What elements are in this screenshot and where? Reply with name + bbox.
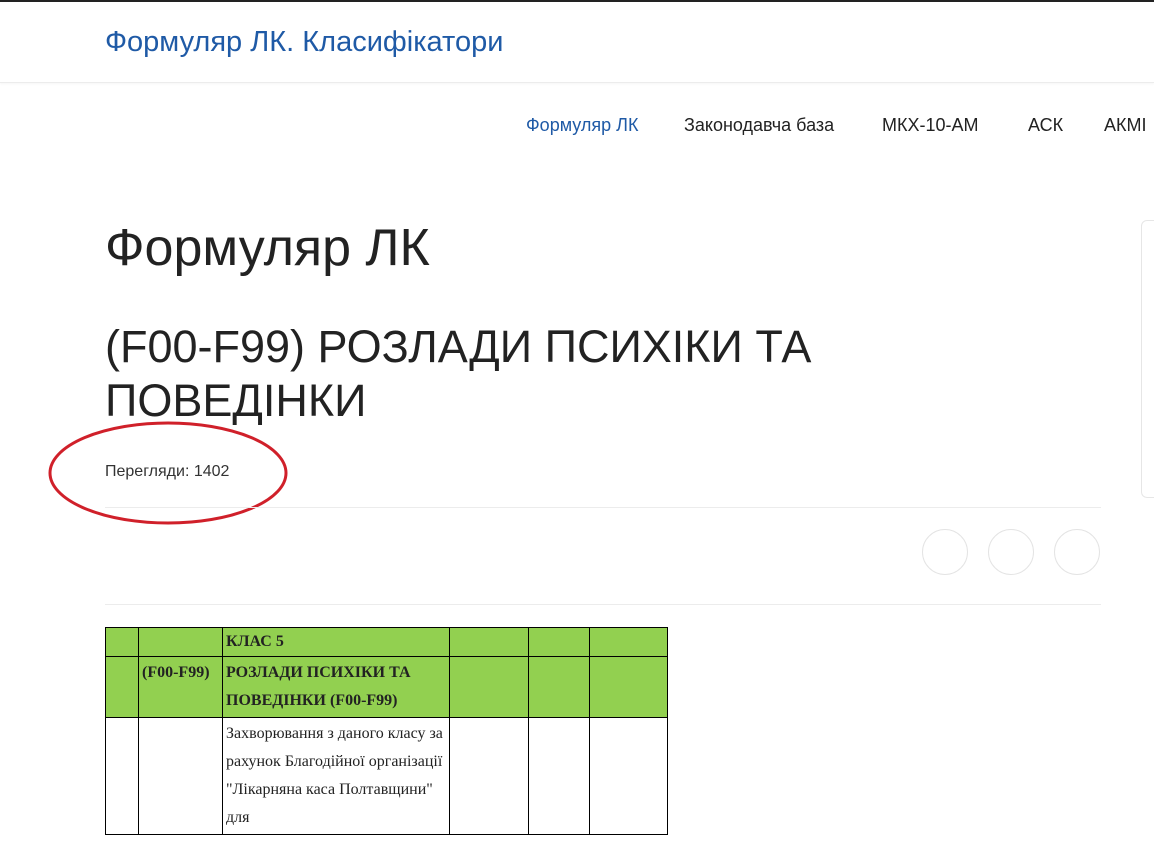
site-header: Формуляр ЛК. Класифікатори — [0, 2, 1154, 83]
red-annotation-ellipse — [48, 421, 288, 525]
nav-item-mkkh-10-am[interactable]: МКХ-10-АМ — [882, 115, 979, 136]
share-button-1[interactable] — [922, 529, 968, 575]
nav-item-zakonodavcha-baza[interactable]: Законодавча база — [684, 115, 834, 136]
classifier-table: КЛАС 5 (F00-F99) РОЗЛАДИ ПСИХІКИ ТА ПОВЕ… — [105, 627, 668, 835]
site-title-link[interactable]: Формуляр ЛК. Класифікатори — [105, 26, 503, 59]
page-title: Формуляр ЛК — [105, 219, 430, 277]
code-cell: (F00-F99) — [138, 656, 223, 718]
share-button-3[interactable] — [1054, 529, 1100, 575]
divider-bottom — [105, 604, 1101, 605]
nav-item-akmi[interactable]: АКМІ — [1104, 115, 1147, 136]
table-row: Захворювання з даного класу за рахунок Б… — [105, 717, 668, 835]
description-cell: Захворювання з даного класу за рахунок Б… — [222, 717, 450, 835]
table-row: КЛАС 5 — [105, 627, 668, 657]
nav-item-ask[interactable]: АСК — [1028, 115, 1063, 136]
share-button-2[interactable] — [988, 529, 1034, 575]
post-title: (F00-F99) РОЗЛАДИ ПСИХІКИ ТА ПОВЕДІНКИ — [105, 321, 812, 426]
main-nav: Формуляр ЛК Законодавча база МКХ-10-АМ А… — [0, 115, 1154, 139]
divider-top — [105, 507, 1101, 508]
nav-item-formulyar[interactable]: Формуляр ЛК — [526, 115, 638, 136]
side-widget — [1141, 220, 1154, 498]
class-title-cell: РОЗЛАДИ ПСИХІКИ ТА ПОВЕДІНКИ (F00-F99) — [222, 656, 450, 718]
table-row: (F00-F99) РОЗЛАДИ ПСИХІКИ ТА ПОВЕДІНКИ (… — [105, 656, 668, 718]
class-label-cell: КЛАС 5 — [222, 627, 450, 657]
